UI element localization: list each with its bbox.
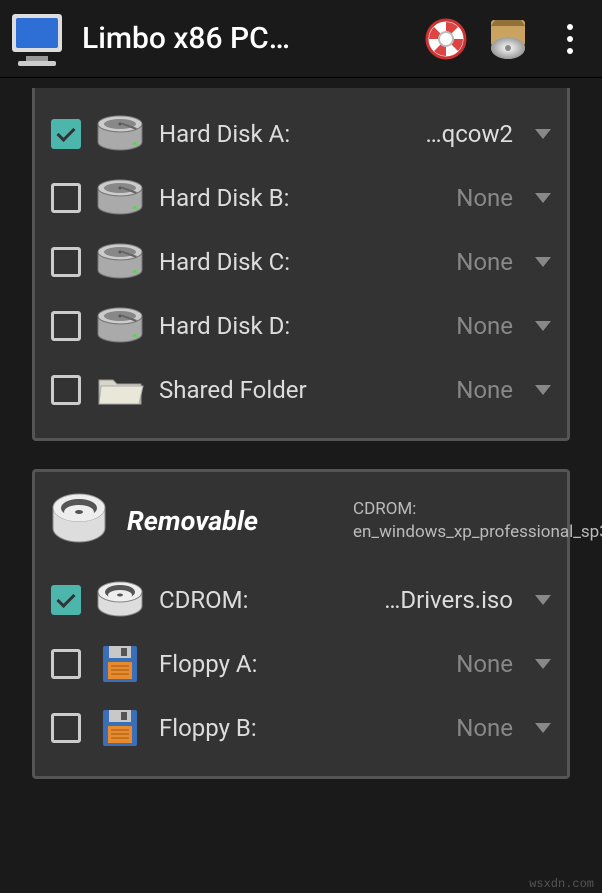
chevron-down-icon[interactable] bbox=[533, 255, 553, 269]
shared-checkbox[interactable] bbox=[51, 375, 81, 405]
watermark: wsxdn.com bbox=[529, 877, 594, 891]
hda-label: Hard Disk A: bbox=[159, 120, 290, 148]
hdd-checkbox[interactable] bbox=[51, 311, 81, 341]
removable-card: Removable CDROM: en_windows_xp_professio… bbox=[32, 469, 570, 779]
menu-overflow-icon[interactable] bbox=[546, 24, 594, 54]
removable-note: CDROM: en_windows_xp_professional_sp3_No… bbox=[353, 498, 553, 544]
hdd-icon bbox=[95, 114, 145, 154]
chevron-down-icon[interactable] bbox=[533, 127, 553, 141]
hdb-checkbox[interactable] bbox=[51, 183, 81, 213]
storage-row-shared: Shared Folder None bbox=[49, 358, 553, 422]
removable-row-cdrom: CDROM: …Drivers.iso bbox=[49, 568, 553, 632]
shared-label: Shared Folder bbox=[159, 376, 307, 404]
chevron-down-icon[interactable] bbox=[533, 593, 553, 607]
fda-value[interactable]: None bbox=[456, 650, 513, 678]
hdd-icon bbox=[95, 178, 145, 218]
fda-checkbox[interactable] bbox=[51, 649, 81, 679]
hdd-label: Hard Disk D: bbox=[159, 312, 290, 340]
help-icon[interactable] bbox=[422, 18, 470, 60]
hdb-value[interactable]: None bbox=[456, 184, 513, 212]
chevron-down-icon[interactable] bbox=[533, 319, 553, 333]
hdc-value[interactable]: None bbox=[456, 248, 513, 276]
removable-row-fda: Floppy A: None bbox=[49, 632, 553, 696]
floppy-icon bbox=[95, 708, 145, 748]
fdb-checkbox[interactable] bbox=[51, 713, 81, 743]
hdd-value[interactable]: None bbox=[456, 312, 513, 340]
hdb-label: Hard Disk B: bbox=[159, 184, 289, 212]
storage-row-hdd: Hard Disk D: None bbox=[49, 294, 553, 358]
computer-icon bbox=[8, 10, 68, 68]
disc-icon[interactable] bbox=[484, 18, 532, 60]
removable-title: Removable bbox=[127, 505, 258, 537]
hdc-label: Hard Disk C: bbox=[159, 248, 290, 276]
cdrom-checkbox[interactable] bbox=[51, 585, 81, 615]
cdrom-drive-icon bbox=[49, 492, 109, 550]
app-title: Limbo x86 PC… bbox=[82, 21, 408, 56]
chevron-down-icon[interactable] bbox=[533, 383, 553, 397]
storage-row-hdc: Hard Disk C: None bbox=[49, 230, 553, 294]
hdc-checkbox[interactable] bbox=[51, 247, 81, 277]
removable-row-fdb: Floppy B: None bbox=[49, 696, 553, 760]
shared-value[interactable]: None bbox=[456, 376, 513, 404]
cdrom-icon bbox=[95, 580, 145, 620]
hda-checkbox[interactable] bbox=[51, 119, 81, 149]
cdrom-value[interactable]: …Drivers.iso bbox=[384, 586, 513, 614]
storage-card: Hard Disk A:…qcow2Hard Disk B:NoneHard D… bbox=[32, 88, 570, 441]
chevron-down-icon[interactable] bbox=[533, 721, 553, 735]
hdd-icon bbox=[95, 306, 145, 346]
chevron-down-icon[interactable] bbox=[533, 657, 553, 671]
hdd-icon bbox=[95, 242, 145, 282]
storage-row-hda: Hard Disk A: …qcow2 bbox=[49, 102, 553, 166]
chevron-down-icon[interactable] bbox=[533, 191, 553, 205]
floppy-icon bbox=[95, 644, 145, 684]
content-area: Hard Disk A:…qcow2Hard Disk B:NoneHard D… bbox=[0, 78, 602, 779]
removable-header: Removable CDROM: en_windows_xp_professio… bbox=[49, 492, 553, 550]
hda-value[interactable]: …qcow2 bbox=[426, 120, 513, 148]
app-header: Limbo x86 PC… bbox=[0, 0, 602, 78]
folder-icon bbox=[95, 370, 145, 410]
fdb-value[interactable]: None bbox=[456, 714, 513, 742]
fdb-label: Floppy B: bbox=[159, 714, 257, 742]
storage-row-hdb: Hard Disk B: None bbox=[49, 166, 553, 230]
fda-label: Floppy A: bbox=[159, 650, 257, 678]
cdrom-label: CDROM: bbox=[159, 586, 248, 614]
